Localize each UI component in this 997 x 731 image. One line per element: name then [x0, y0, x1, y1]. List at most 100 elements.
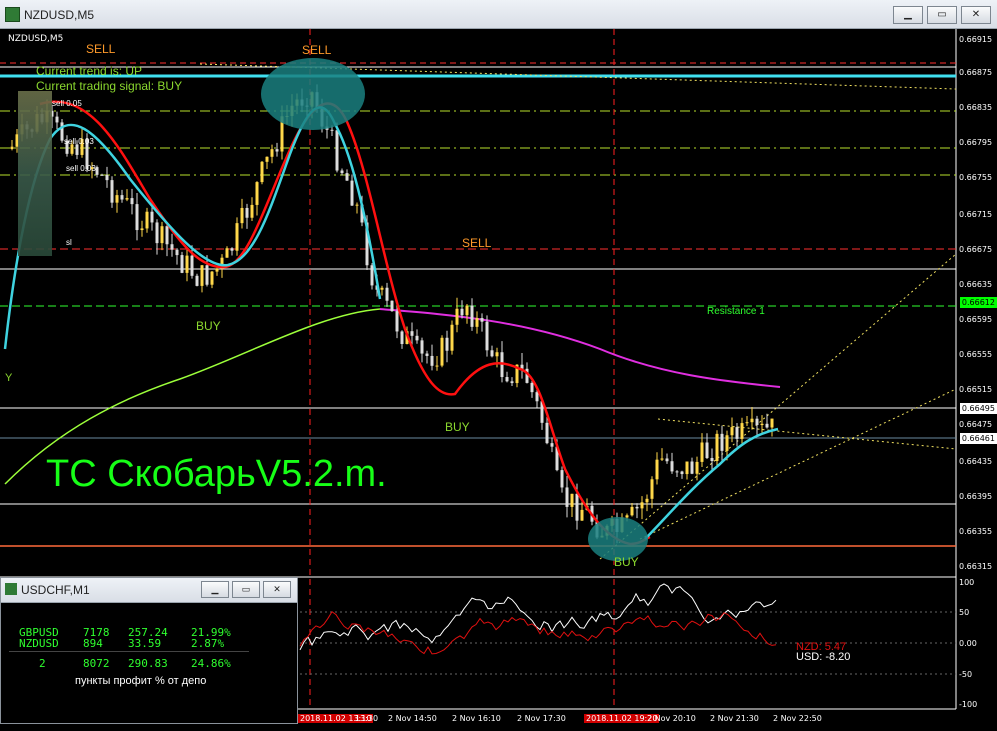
time-label: 2 Nov 21:30	[710, 714, 759, 723]
strategy-watermark: ТС СкобарьV5.2.m.	[46, 453, 387, 495]
candle-body	[115, 195, 119, 203]
indicator-level: 100	[959, 578, 974, 587]
candle-body	[55, 116, 59, 123]
candle-body	[460, 308, 464, 316]
price-label: 0.66755	[959, 173, 992, 182]
candle-body	[260, 161, 264, 183]
candle-body	[575, 493, 579, 521]
indicator-level: -100	[959, 700, 977, 709]
candle-body	[560, 470, 564, 488]
sub-close-button[interactable]: ✕	[263, 581, 291, 598]
candle-body	[150, 211, 154, 223]
candle-body	[485, 321, 489, 351]
candle-body	[190, 255, 194, 276]
row-profit: 33.59	[128, 637, 162, 650]
candle-body	[165, 226, 169, 245]
sub-maximize-button[interactable]: ▭	[232, 581, 260, 598]
close-button[interactable]: ✕	[961, 6, 991, 24]
candle-body	[710, 458, 714, 461]
candle-body	[255, 182, 259, 205]
candle-body	[705, 442, 709, 459]
price-label: 0.66595	[959, 315, 992, 324]
candle-body	[570, 493, 574, 507]
usdchf-subwindow[interactable]: USDCHF,M1 ▁ ▭ ✕ GBPUSD 7178 257.24 21.99…	[0, 577, 298, 724]
candle-body	[385, 287, 389, 301]
minimize-button[interactable]: ▁	[893, 6, 923, 24]
candle-body	[510, 381, 514, 384]
candle-body	[565, 487, 569, 507]
candle-body	[505, 377, 509, 382]
candle-body	[770, 418, 774, 428]
candle-body	[105, 175, 109, 181]
candle-body	[420, 340, 424, 354]
candle-body	[145, 211, 149, 229]
price-axis: 0.66915 0.66875 0.66835 0.66795 0.66755 …	[959, 35, 992, 709]
candle-body	[680, 471, 684, 475]
candle-body	[180, 255, 184, 273]
candle-body	[345, 173, 349, 181]
candle-body	[475, 318, 479, 327]
candle-body	[630, 506, 634, 516]
sub-minimize-button[interactable]: ▁	[201, 581, 229, 598]
price-label: 0.66675	[959, 245, 992, 254]
candle-body	[410, 331, 414, 336]
candle-body	[755, 418, 759, 426]
price-label: 0.66635	[959, 280, 992, 289]
time-label: 2 Nov 20:10	[647, 714, 696, 723]
candle-body	[465, 305, 469, 316]
maximize-button[interactable]: ▭	[927, 6, 957, 24]
candle-body	[470, 305, 474, 327]
buy-signal: BUY	[614, 555, 639, 569]
candle-body	[430, 355, 434, 366]
candle-body	[195, 275, 199, 286]
divider	[9, 651, 249, 652]
sell-circle	[261, 58, 365, 130]
candle-body	[675, 471, 679, 473]
candle-body	[750, 418, 754, 423]
main-window-titlebar: NZDUSD,M5 ▁ ▭ ✕	[0, 0, 997, 29]
candle-body	[210, 271, 214, 285]
total-count: 2	[39, 657, 46, 670]
candle-body	[530, 382, 534, 393]
sell-signal: SELL	[302, 43, 332, 57]
resistance-label: Resistance 1	[707, 306, 765, 317]
candle-body	[270, 149, 274, 157]
candle-body	[355, 204, 359, 206]
order-label: sl	[66, 238, 72, 247]
sell-signal: SELL	[462, 236, 492, 250]
price-label: 0.66515	[959, 385, 992, 394]
time-label: 2 Nov 22:50	[773, 714, 822, 723]
price-box-green: 0.66612	[959, 297, 997, 308]
subwindow-titlebar[interactable]: USDCHF,M1 ▁ ▭ ✕	[1, 578, 297, 603]
candle-body	[205, 265, 209, 285]
row-points: 894	[83, 637, 103, 650]
candle-body	[725, 435, 729, 451]
price-label: 0.66555	[959, 350, 992, 359]
total-points: 8072	[83, 657, 110, 670]
time-label: 2 Nov 14:50	[388, 714, 437, 723]
subwindow-title: USDCHF,M1	[21, 583, 90, 597]
indicator-level: -50	[959, 670, 972, 679]
candle-body	[665, 458, 669, 462]
chart-window-icon	[5, 7, 20, 22]
price-label: 0.66315	[959, 562, 992, 571]
total-profit: 290.83	[128, 657, 168, 670]
candle-body	[200, 265, 204, 286]
candle-body	[735, 427, 739, 439]
candle-body	[650, 479, 654, 499]
candle-body	[715, 433, 719, 461]
candle-body	[625, 515, 629, 518]
row-symbol: NZDUSD	[19, 637, 59, 650]
candle-body	[440, 337, 444, 366]
candle-body	[400, 331, 404, 345]
candle-body	[335, 130, 339, 171]
candle-body	[135, 204, 139, 231]
row-percent: 2.87%	[191, 637, 225, 650]
candle-body	[670, 461, 674, 472]
price-label: 0.66475	[959, 420, 992, 429]
indicator-usd-line	[299, 583, 777, 651]
price-label: 0.66395	[959, 492, 992, 501]
candle-body	[580, 509, 584, 521]
indicator-nzd-line	[299, 610, 777, 655]
candle-body	[10, 146, 14, 149]
